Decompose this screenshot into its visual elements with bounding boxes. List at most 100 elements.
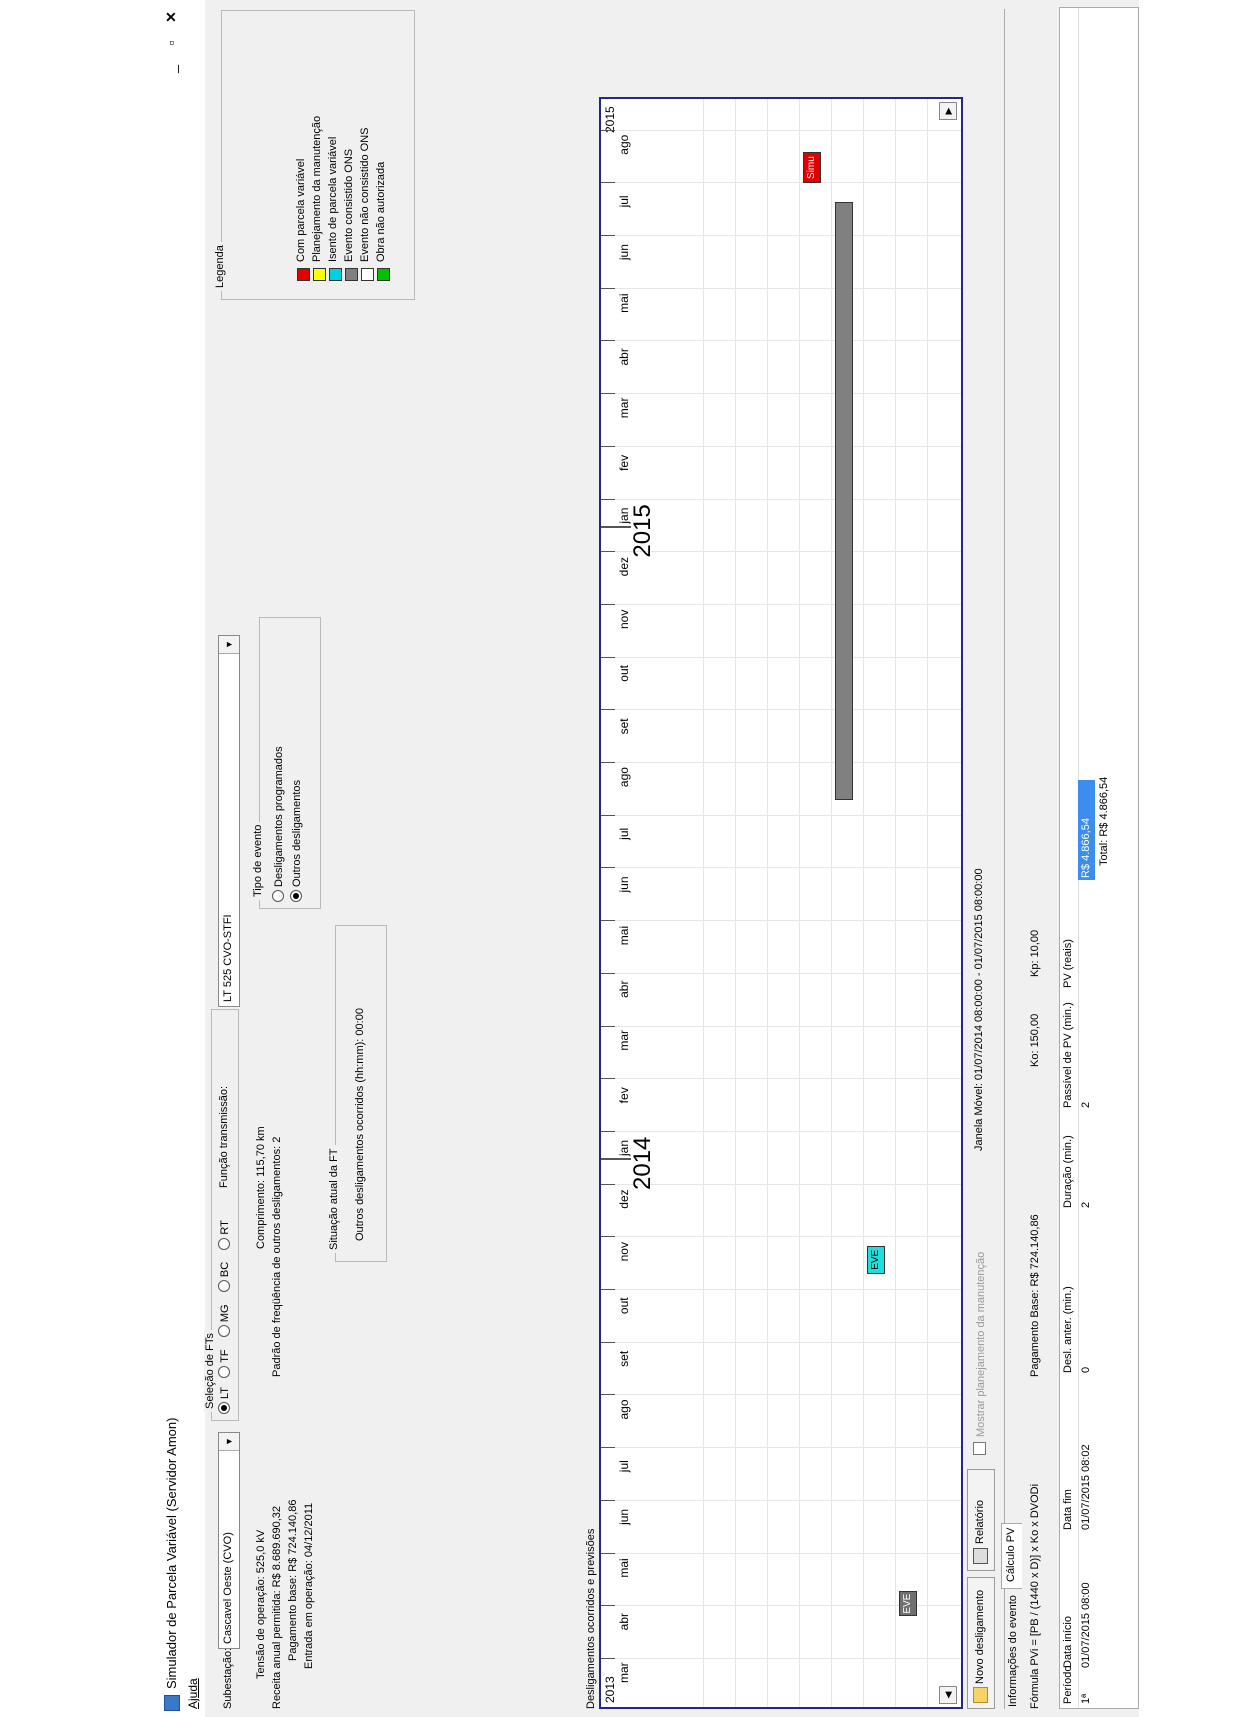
table-header-cell[interactable]: Período	[1062, 1665, 1074, 1704]
janela-movel-text: Janela Móvel: 01/07/2014 08:00:00 - 01/0…	[973, 868, 985, 1151]
timeline-tick	[601, 393, 615, 395]
radio-rt[interactable]: RT	[218, 1220, 231, 1250]
comprimento-text: Comprimento: 115,70 km	[255, 1126, 267, 1249]
menu-bar: Ajuda	[183, 0, 205, 1717]
month-label: out	[617, 665, 631, 682]
situacao-group: Situação atual da FT Outros desligamento…	[328, 925, 387, 1262]
month-label: mai	[617, 1558, 631, 1578]
table-cell: 1ª	[1080, 1693, 1092, 1704]
timeline-tick	[601, 1183, 615, 1185]
timeline-grid-line	[601, 972, 961, 974]
month-label: jul	[617, 1460, 631, 1473]
timeline-event-bar[interactable]	[835, 202, 853, 800]
tab-informacoes[interactable]: Informações do evento	[1007, 1595, 1019, 1707]
table-total: Total: R$ 4.866,54	[1098, 776, 1110, 866]
timeline-chart[interactable]: 2013 2015 ◀ ▶ mar abr mai jun jul ago set out no…	[599, 97, 963, 1709]
subestacao-value: Cascavel Oeste (CVO)	[222, 1532, 234, 1644]
timeline-tick	[601, 814, 615, 816]
legend-label: Evento não consistido ONS	[359, 127, 371, 262]
subestacao-combo[interactable]: Cascavel Oeste (CVO) ▼	[218, 1432, 240, 1649]
menu-ajuda[interactable]: Ajuda	[186, 1678, 200, 1709]
selecao-fts-title: Seleção de FTs	[204, 1330, 216, 1412]
timeline-tick	[601, 1078, 615, 1080]
formula-ko: Ko: 150,00	[1029, 1013, 1041, 1067]
title-bar: Simulador de Parcela Variável (Servidor …	[159, 0, 184, 1717]
month-label: ago	[617, 1399, 631, 1420]
timeline-tick	[601, 1605, 615, 1607]
timeline-tick	[601, 604, 615, 605]
timeline-tick	[601, 1289, 615, 1291]
tab-calculo-pv[interactable]: Cálculo PV	[1001, 1523, 1022, 1589]
timeline-tick	[601, 1499, 615, 1501]
table-header-cell[interactable]: Data início	[1062, 1616, 1074, 1668]
radio-programados[interactable]: Desligamentos programados	[272, 746, 285, 902]
month-label: set	[617, 1350, 631, 1367]
scroll-left-button[interactable]: ◀	[939, 1686, 957, 1704]
radio-outros[interactable]: Outros desligamentos	[290, 780, 303, 902]
year-marker-label: 2015	[629, 504, 656, 558]
month-label: jul	[617, 827, 631, 840]
padrao-text: Padrão de freqüência de outros desligame…	[271, 1136, 283, 1377]
timeline-tick	[601, 445, 615, 447]
scroll-right-button[interactable]: ▶	[939, 102, 957, 120]
table-header-cell[interactable]: Desl. anter. (min.)	[1062, 1286, 1074, 1373]
table-cell: R$ 4.866,54	[1080, 818, 1092, 878]
month-label: mar	[617, 1029, 631, 1051]
year-tick	[601, 525, 631, 528]
month-label: abr	[617, 980, 631, 998]
timeline-event-bar[interactable]: Simu	[803, 152, 821, 184]
maximize-button[interactable]: ▫	[161, 30, 181, 56]
close-button[interactable]: ✕	[161, 4, 181, 30]
formula-text: Fórmula PVi = [PB / (1440 x D)] x Ko x D…	[1029, 1483, 1041, 1709]
situacao-title: Situação atual da FT	[328, 1145, 340, 1253]
table-header-row	[1060, 8, 1079, 1708]
timeline-grid-line	[601, 814, 961, 816]
timeline-grid-line	[601, 498, 961, 500]
minimize-button[interactable]: _	[161, 56, 181, 82]
timeline-grid-line	[601, 1131, 961, 1132]
table-cell: 01/07/2015 08:00	[1080, 1582, 1092, 1668]
timeline-event-bar[interactable]: EVE	[899, 1590, 917, 1617]
month-label: nov	[617, 1242, 631, 1262]
timeline-tick	[601, 1131, 615, 1132]
table-cell: 0	[1080, 1366, 1092, 1373]
legend-swatch	[329, 268, 342, 281]
timeline-grid-line	[601, 1499, 961, 1501]
radio-mg[interactable]: MG	[218, 1304, 231, 1338]
app-window: Simulador de Parcela Variável (Servidor …	[159, 0, 1139, 1717]
table-header-cell[interactable]: PV (reais)	[1062, 939, 1074, 988]
table-cell: 01/07/2015 08:02	[1080, 1444, 1092, 1530]
pv-table[interactable]: Período Data início Data fim Desl. anter. (…	[1059, 7, 1139, 1709]
funcao-combo[interactable]: LT 525 CVO-STFI ▼	[218, 635, 240, 1007]
legend-swatch	[361, 268, 374, 281]
timeline-tick	[601, 1236, 615, 1238]
timeline-event-bar[interactable]: EVE	[867, 1245, 885, 1274]
tab-divider	[1004, 9, 1005, 1709]
legend-swatch	[297, 268, 310, 281]
month-label: nov	[617, 609, 631, 629]
selecao-fts-group: Seleção de FTs LT TF MG BC RT Função tra…	[204, 1009, 239, 1421]
timeline-grid-line	[601, 1289, 961, 1291]
legend-label: Evento consistido ONS	[343, 148, 355, 262]
printer-icon	[973, 1548, 988, 1564]
table-header-cell[interactable]: Passível de PV (min.)	[1062, 1002, 1074, 1108]
novo-desligamento-button[interactable]: Novo desligamento	[967, 1577, 995, 1709]
radio-tf[interactable]: TF	[218, 1349, 231, 1378]
timeline-grid-line	[601, 709, 961, 711]
radio-lt[interactable]: LT	[218, 1387, 231, 1414]
tensao-text: Tensão de operação: 525,0 kV	[255, 1529, 267, 1679]
month-label: abr	[617, 1612, 631, 1631]
table-header-cell[interactable]: Duração (min.)	[1062, 1135, 1074, 1208]
timeline-grid-line	[601, 1078, 961, 1080]
timeline-tick	[601, 1447, 615, 1449]
timeline-section-label: Desligamentos ocorridos e previsões	[585, 1528, 597, 1709]
month-label: mar	[617, 397, 631, 419]
month-label: fev	[617, 1087, 631, 1104]
timeline-tick	[601, 762, 615, 764]
month-label: jun	[617, 1508, 631, 1525]
relatorio-button[interactable]: Relatório	[967, 1469, 995, 1571]
radio-bc[interactable]: BC	[218, 1262, 231, 1293]
timeline-grid-line	[601, 1025, 961, 1027]
mostrar-planejamento-checkbox[interactable]: Mostrar planejamento da manutenção	[973, 1252, 987, 1455]
table-header-cell[interactable]: Data fim	[1062, 1489, 1074, 1530]
